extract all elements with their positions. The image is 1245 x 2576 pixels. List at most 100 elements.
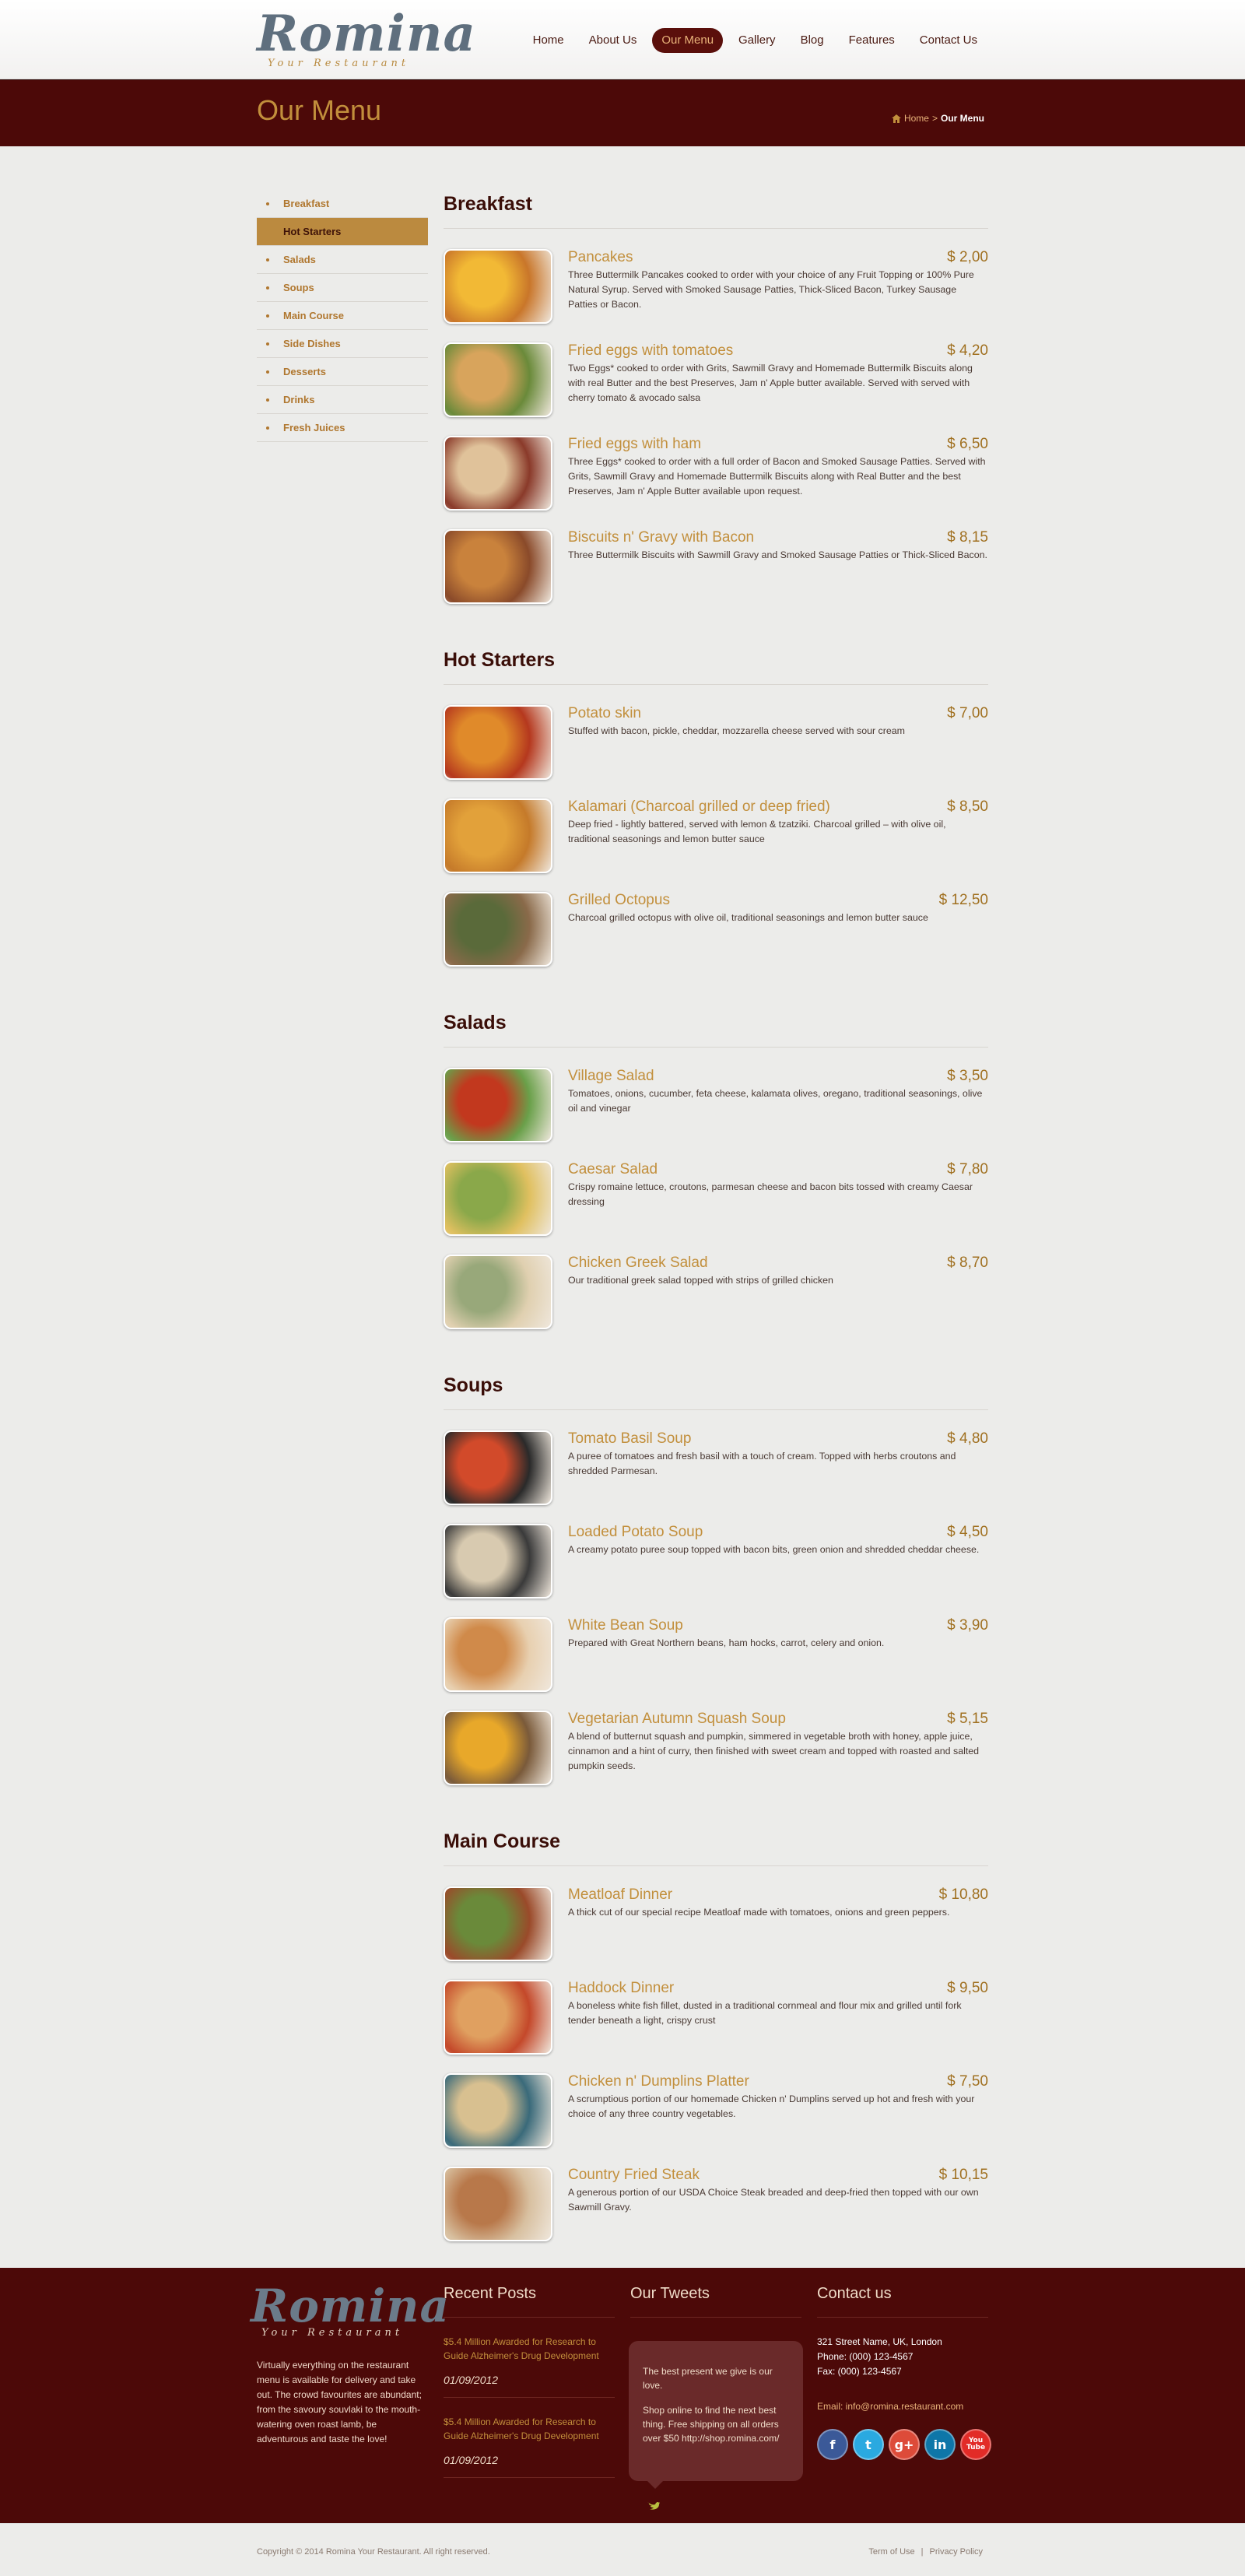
menu-item[interactable]: Meatloaf Dinner $ 10,80 A thick cut of our… [444, 1886, 988, 1980]
dish-photo[interactable] [444, 1711, 552, 1785]
dish-photo[interactable] [444, 436, 552, 511]
nav-features[interactable]: Features [840, 28, 904, 53]
menu-item[interactable]: Potato skin $ 7,00 Stuffed with bacon, pic… [444, 705, 988, 798]
linkedin-icon[interactable]: in [924, 2429, 956, 2460]
menu-item[interactable]: Loaded Potato Soup $ 4,50 A creamy potato … [444, 1524, 988, 1617]
dish-name[interactable]: Kalamari (Charcoal grilled or deep fried… [568, 798, 988, 816]
breadcrumb-home[interactable]: Home [904, 113, 929, 124]
dish-photo[interactable] [444, 342, 552, 417]
dish-name[interactable]: Fried eggs with ham [568, 436, 988, 453]
dish-photo[interactable] [444, 1255, 552, 1329]
menu-item[interactable]: Biscuits n' Gravy with Bacon $ 8,15 Three … [444, 529, 988, 623]
menu-item[interactable]: Village Salad $ 3,50 Tomatoes, onions, cuc… [444, 1068, 988, 1161]
menu-item-body: Grilled Octopus $ 12,50 Charcoal grilled o… [568, 892, 988, 985]
dish-description: Charcoal grilled octopus with olive oil,… [568, 912, 928, 923]
menu-item[interactable]: Fried eggs with ham $ 6,50 Three Eggs* coo… [444, 436, 988, 529]
post-title[interactable]: $5.4 Million Awarded for Research to Gui… [444, 2335, 615, 2363]
twitter-icon[interactable]: t [853, 2429, 884, 2460]
nav-about-us[interactable]: About Us [580, 28, 647, 53]
nav-contact-us[interactable]: Contact Us [910, 28, 987, 53]
dish-photo[interactable] [444, 1524, 552, 1599]
facebook-icon[interactable]: f [817, 2429, 848, 2460]
menu-item-body: Tomato Basil Soup $ 4,80 A puree of tomato… [568, 1430, 988, 1524]
post-item[interactable]: $5.4 Million Awarded for Research to Gui… [444, 2318, 615, 2398]
sidebar-item-hot-starters[interactable]: Hot Starters [257, 218, 428, 246]
privacy-link[interactable]: Privacy Policy [930, 2547, 983, 2557]
menu-item[interactable]: Tomato Basil Soup $ 4,80 A puree of tomato… [444, 1430, 988, 1524]
dish-photo[interactable] [444, 1430, 552, 1505]
dish-name[interactable]: Grilled Octopus [568, 892, 988, 909]
dish-name[interactable]: Meatloaf Dinner [568, 1886, 988, 1904]
dish-photo[interactable] [444, 1980, 552, 2055]
dish-photo[interactable] [444, 2073, 552, 2148]
dish-name[interactable]: Vegetarian Autumn Squash Soup [568, 1711, 988, 1728]
dish-name[interactable]: Tomato Basil Soup [568, 1430, 988, 1448]
menu-item-body: Loaded Potato Soup $ 4,50 A creamy potato … [568, 1524, 988, 1617]
sidebar-item-soups[interactable]: Soups [257, 274, 428, 302]
dish-photo[interactable] [444, 1068, 552, 1142]
dish-name[interactable]: Country Fried Steak [568, 2167, 988, 2184]
dish-photo[interactable] [444, 529, 552, 604]
dish-photo[interactable] [444, 1886, 552, 1961]
menu-item[interactable]: Chicken n' Dumplins Platter $ 7,50 A scrum… [444, 2073, 988, 2167]
menu-item[interactable]: Grilled Octopus $ 12,50 Charcoal grilled o… [444, 892, 988, 985]
google-plus-icon[interactable]: g+ [889, 2429, 920, 2460]
post-item[interactable]: $5.4 Million Awarded for Research to Gui… [444, 2398, 615, 2478]
menu-item[interactable]: Vegetarian Autumn Squash Soup $ 5,15 A ble… [444, 1711, 988, 1804]
dish-price: $ 8,15 [947, 529, 988, 546]
dish-name[interactable]: Haddock Dinner [568, 1980, 988, 1997]
dish-photo[interactable] [444, 798, 552, 873]
menu-item[interactable]: Fried eggs with tomatoes $ 4,20 Two Eggs* … [444, 342, 988, 436]
dish-description: Crispy romaine lettuce, croutons, parmes… [568, 1181, 973, 1207]
sidebar-item-fresh-juices[interactable]: Fresh Juices [257, 414, 428, 442]
contact-info: 321 Street Name, UK, London Phone: (000)… [817, 2335, 991, 2379]
footer-logo[interactable]: Romina Your Restaurant [251, 2283, 450, 2339]
sidebar-item-side-dishes[interactable]: Side Dishes [257, 330, 428, 358]
footer: Romina Your Restaurant Virtually everyth… [0, 2268, 1245, 2523]
contact-address: 321 Street Name, UK, London [817, 2336, 942, 2347]
menu-item[interactable]: Pancakes $ 2,00 Three Buttermilk Pancakes … [444, 249, 988, 342]
sidebar-item-drinks[interactable]: Drinks [257, 386, 428, 414]
dish-photo[interactable] [444, 705, 552, 780]
menu-item-body: Fried eggs with tomatoes $ 4,20 Two Eggs* … [568, 342, 988, 436]
sidebar-item-desserts[interactable]: Desserts [257, 358, 428, 386]
dish-photo[interactable] [444, 892, 552, 967]
dish-name[interactable]: Chicken Greek Salad [568, 1255, 988, 1272]
menu-item-body: Fried eggs with ham $ 6,50 Three Eggs* coo… [568, 436, 988, 529]
dish-name[interactable]: Caesar Salad [568, 1161, 988, 1178]
dish-name[interactable]: Pancakes [568, 249, 988, 266]
contact-email[interactable]: Email: info@romina.restaurant.com [817, 2401, 991, 2412]
dish-name[interactable]: Biscuits n' Gravy with Bacon [568, 529, 988, 546]
sidebar-item-salads[interactable]: Salads [257, 246, 428, 274]
dish-photo[interactable] [444, 249, 552, 324]
dish-photo[interactable] [444, 2167, 552, 2241]
dish-name[interactable]: Potato skin [568, 705, 988, 722]
menu-section-soups: Soups Tomato Basil Soup $ 4,80 A puree of t… [444, 1371, 988, 1804]
dish-photo[interactable] [444, 1161, 552, 1236]
nav-home[interactable]: Home [524, 28, 573, 53]
menu-section-hot-starters: Hot Starters Potato skin $ 7,00 Stuffed wit… [444, 646, 988, 985]
menu-item[interactable]: Chicken Greek Salad $ 8,70 Our traditional… [444, 1255, 988, 1348]
menu-item[interactable]: Haddock Dinner $ 9,50 A boneless white fis… [444, 1980, 988, 2073]
dish-name[interactable]: Fried eggs with tomatoes [568, 342, 988, 360]
dish-name[interactable]: Chicken n' Dumplins Platter [568, 2073, 988, 2090]
menu-item[interactable]: Kalamari (Charcoal grilled or deep fried… [444, 798, 988, 892]
menu-item[interactable]: Country Fried Steak $ 10,15 A generous por… [444, 2167, 988, 2260]
logo[interactable]: Romina Your Restaurant [257, 9, 475, 72]
terms-link[interactable]: Term of Use [868, 2547, 914, 2557]
post-title[interactable]: $5.4 Million Awarded for Research to Gui… [444, 2415, 615, 2443]
nav-blog[interactable]: Blog [791, 28, 833, 53]
youtube-icon[interactable]: You Tube [960, 2429, 991, 2460]
dish-price: $ 12,50 [938, 892, 988, 908]
nav-gallery[interactable]: Gallery [729, 28, 785, 53]
menu-item[interactable]: White Bean Soup $ 3,90 Prepared with Great… [444, 1617, 988, 1711]
dish-photo[interactable] [444, 1617, 552, 1692]
dish-name[interactable]: White Bean Soup [568, 1617, 988, 1634]
menu-item[interactable]: Caesar Salad $ 7,80 Crispy romaine lettuce… [444, 1161, 988, 1255]
dish-name[interactable]: Village Salad [568, 1068, 988, 1085]
nav-our-menu[interactable]: Our Menu [652, 28, 724, 53]
dish-name[interactable]: Loaded Potato Soup [568, 1524, 988, 1541]
sidebar-item-breakfast[interactable]: Breakfast [257, 190, 428, 218]
menu-item-body: Kalamari (Charcoal grilled or deep fried… [568, 798, 988, 892]
sidebar-item-main-course[interactable]: Main Course [257, 302, 428, 330]
